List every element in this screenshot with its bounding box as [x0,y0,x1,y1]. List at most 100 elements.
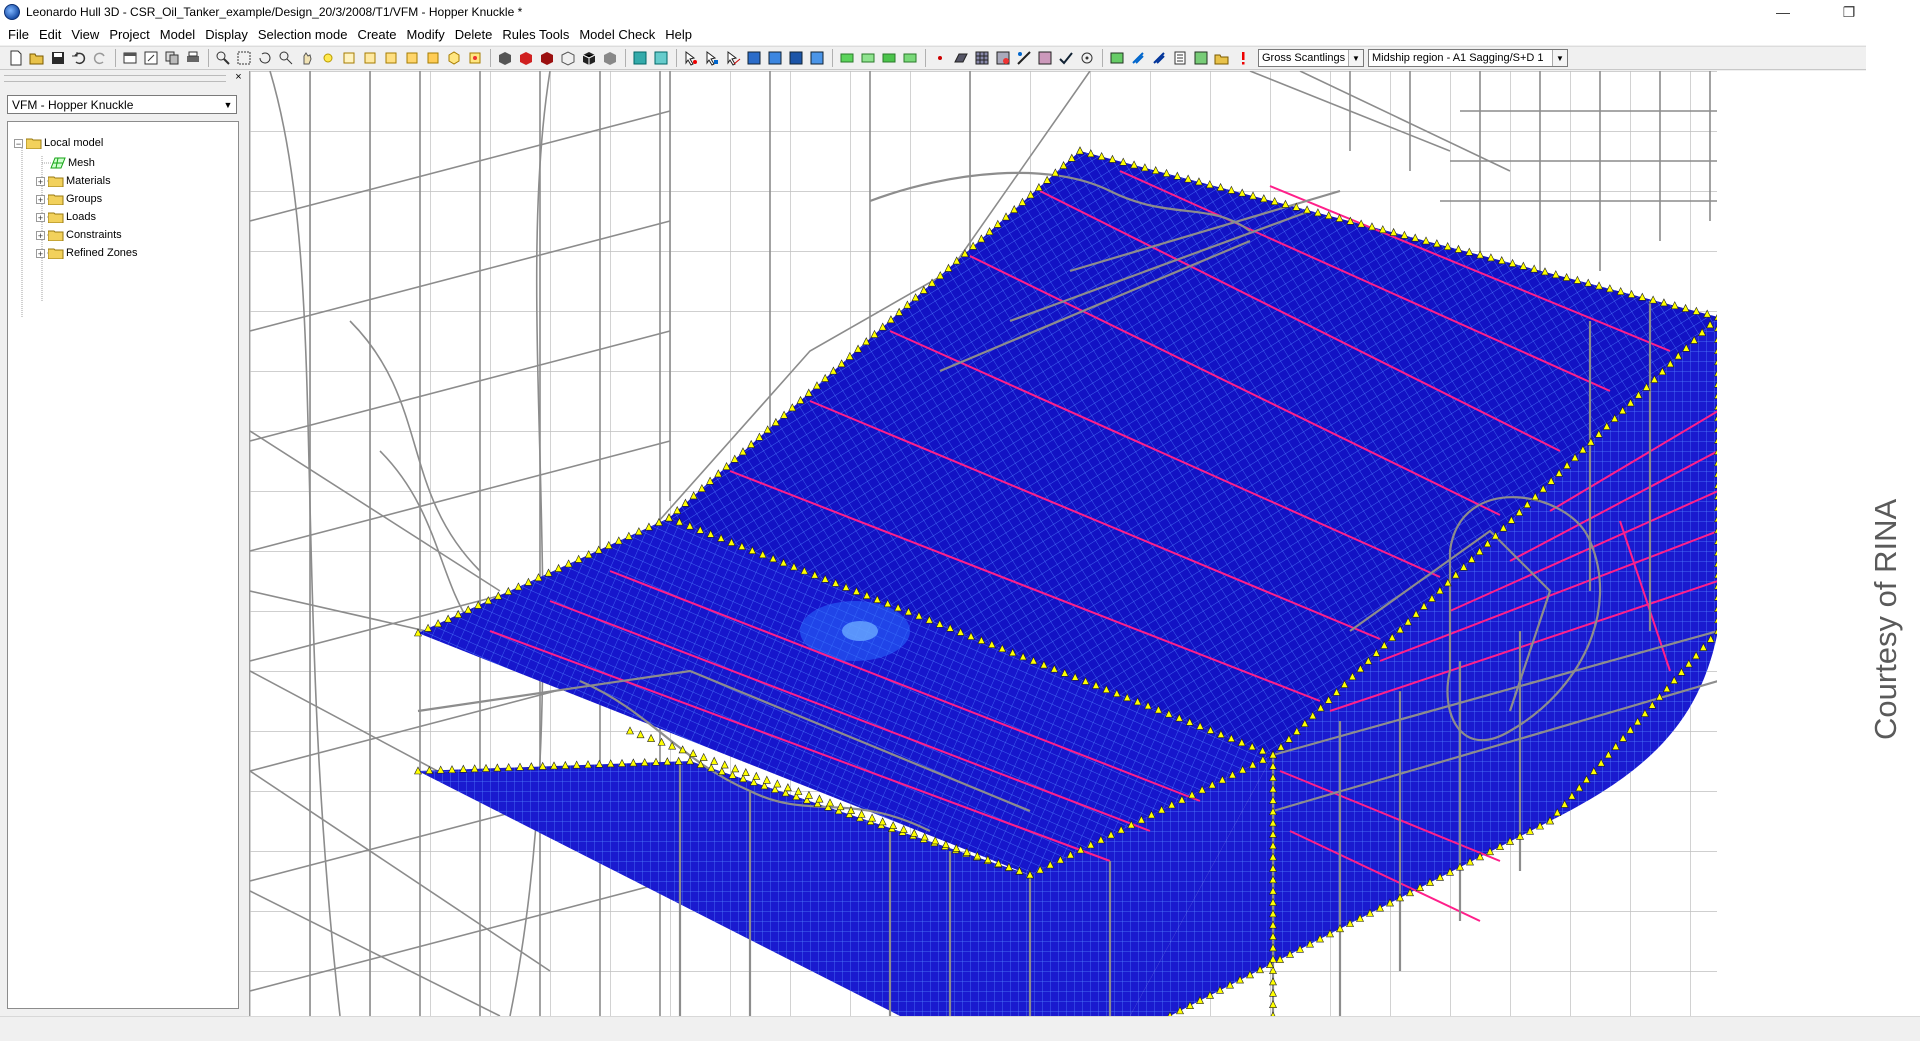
window-title: Leonardo Hull 3D - CSR_Oil_Tanker_exampl… [26,5,523,19]
alert-icon[interactable] [1233,48,1253,68]
report-icon[interactable] [1170,48,1190,68]
wireframe-icon[interactable] [558,48,578,68]
tree-item-label: Materials [66,175,111,187]
expand-icon[interactable]: + [36,212,45,222]
view-top-icon[interactable] [423,48,443,68]
menu-model[interactable]: Model [155,27,200,42]
hidden-line-icon[interactable] [579,48,599,68]
menu-model-check[interactable]: Model Check [574,27,660,42]
group-green-1-icon[interactable] [837,48,857,68]
loadcase-select-value: Midship region - A1 Sagging/S+D 1 [1372,52,1544,64]
copy-icon[interactable] [162,48,182,68]
check-icon[interactable] [1056,48,1076,68]
group-green-3-icon[interactable] [879,48,899,68]
open-folder-icon[interactable] [27,48,47,68]
solid-icon[interactable] [495,48,515,68]
split-icon[interactable] [1014,48,1034,68]
menu-help[interactable]: Help [660,27,697,42]
select-blue-1-icon[interactable] [744,48,764,68]
group-green-2-icon[interactable] [858,48,878,68]
group-green-4-icon[interactable] [900,48,920,68]
select-blue-2-icon[interactable] [765,48,785,68]
toolbar-separator [115,49,116,67]
select-all-icon[interactable] [630,48,650,68]
panel-grip[interactable] [4,75,226,82]
select-region-icon[interactable] [651,48,671,68]
chevron-down-icon: ▼ [1348,50,1363,66]
view-back-icon[interactable] [360,48,380,68]
plate-icon[interactable] [951,48,971,68]
new-file-icon[interactable] [6,48,26,68]
redo-icon[interactable] [90,48,110,68]
light-icon[interactable] [318,48,338,68]
pick-element-icon[interactable] [702,48,722,68]
menu-modify[interactable]: Modify [401,27,449,42]
menu-rules-tools[interactable]: Rules Tools [497,27,574,42]
expand-icon[interactable]: + [36,194,45,204]
loadcase-select[interactable]: Midship region - A1 Sagging/S+D 1 ▼ [1368,49,1568,67]
tree-item-local-model[interactable]: − Local model [14,134,103,152]
view-iso-icon[interactable] [444,48,464,68]
rotate-icon[interactable] [255,48,275,68]
model-select[interactable]: VFM - Hopper Knuckle ▼ [7,95,237,114]
pick-line-icon[interactable] [723,48,743,68]
window-icon[interactable] [120,48,140,68]
folder-open-icon[interactable] [1212,48,1232,68]
3d-viewport[interactable] [249,71,1718,1016]
undo-icon[interactable] [69,48,89,68]
scantlings-select[interactable]: Gross Scantlings ▼ [1258,49,1364,67]
tree-item-groups[interactable]: + Groups [36,190,102,208]
menu-edit[interactable]: Edit [34,27,66,42]
settings-icon[interactable] [1191,48,1211,68]
minimize-button[interactable]: — [1760,0,1806,24]
pan-hand-icon[interactable] [297,48,317,68]
expand-icon[interactable]: + [36,230,45,240]
fe-model-render [250,71,1718,1016]
select-blue-4-icon[interactable] [807,48,827,68]
edges-icon[interactable] [600,48,620,68]
view-left-icon[interactable] [381,48,401,68]
menu-display[interactable]: Display [200,27,253,42]
node-icon[interactable] [930,48,950,68]
target-icon[interactable] [1077,48,1097,68]
pressure-2-icon[interactable] [1149,48,1169,68]
refine-icon[interactable] [993,48,1013,68]
view-right-icon[interactable] [402,48,422,68]
menu-view[interactable]: View [66,27,104,42]
tree-item-loads[interactable]: + Loads [36,208,96,226]
pick-node-icon[interactable] [681,48,701,68]
zoom-window-icon[interactable] [141,48,161,68]
view-persp-icon[interactable] [465,48,485,68]
viewport-margin [1717,71,1866,1016]
load-icon[interactable] [1107,48,1127,68]
collapse-icon[interactable]: − [14,138,23,148]
panel-close-button[interactable]: × [233,72,244,83]
menu-selection-mode[interactable]: Selection mode [253,27,353,42]
mesh-tool-icon[interactable] [972,48,992,68]
shaded-dark-icon[interactable] [537,48,557,68]
menu-create[interactable]: Create [352,27,401,42]
print-icon[interactable] [183,48,203,68]
select-blue-3-icon[interactable] [786,48,806,68]
toolbar-separator [676,49,677,67]
zoom-out-icon[interactable] [276,48,296,68]
view-front-icon[interactable] [339,48,359,68]
toolbar-separator [208,49,209,67]
menu-delete[interactable]: Delete [450,27,498,42]
expand-icon[interactable]: + [36,248,45,258]
zoom-extents-icon[interactable] [234,48,254,68]
pressure-1-icon[interactable] [1128,48,1148,68]
save-icon[interactable] [48,48,68,68]
tree-item-label: Loads [66,211,96,223]
shaded-red-icon[interactable] [516,48,536,68]
expand-icon[interactable]: + [36,176,45,186]
menu-project[interactable]: Project [104,27,154,42]
tree-item-constraints[interactable]: + Constraints [36,226,122,244]
tree-item-mesh[interactable]: Mesh [50,154,95,172]
tree-item-materials[interactable]: + Materials [36,172,111,190]
tree-item-refined-zones[interactable]: + Refined Zones [36,244,138,262]
menu-file[interactable]: File [0,27,34,42]
merge-icon[interactable] [1035,48,1055,68]
toolbar-separator [1102,49,1103,67]
zoom-in-icon[interactable] [213,48,233,68]
